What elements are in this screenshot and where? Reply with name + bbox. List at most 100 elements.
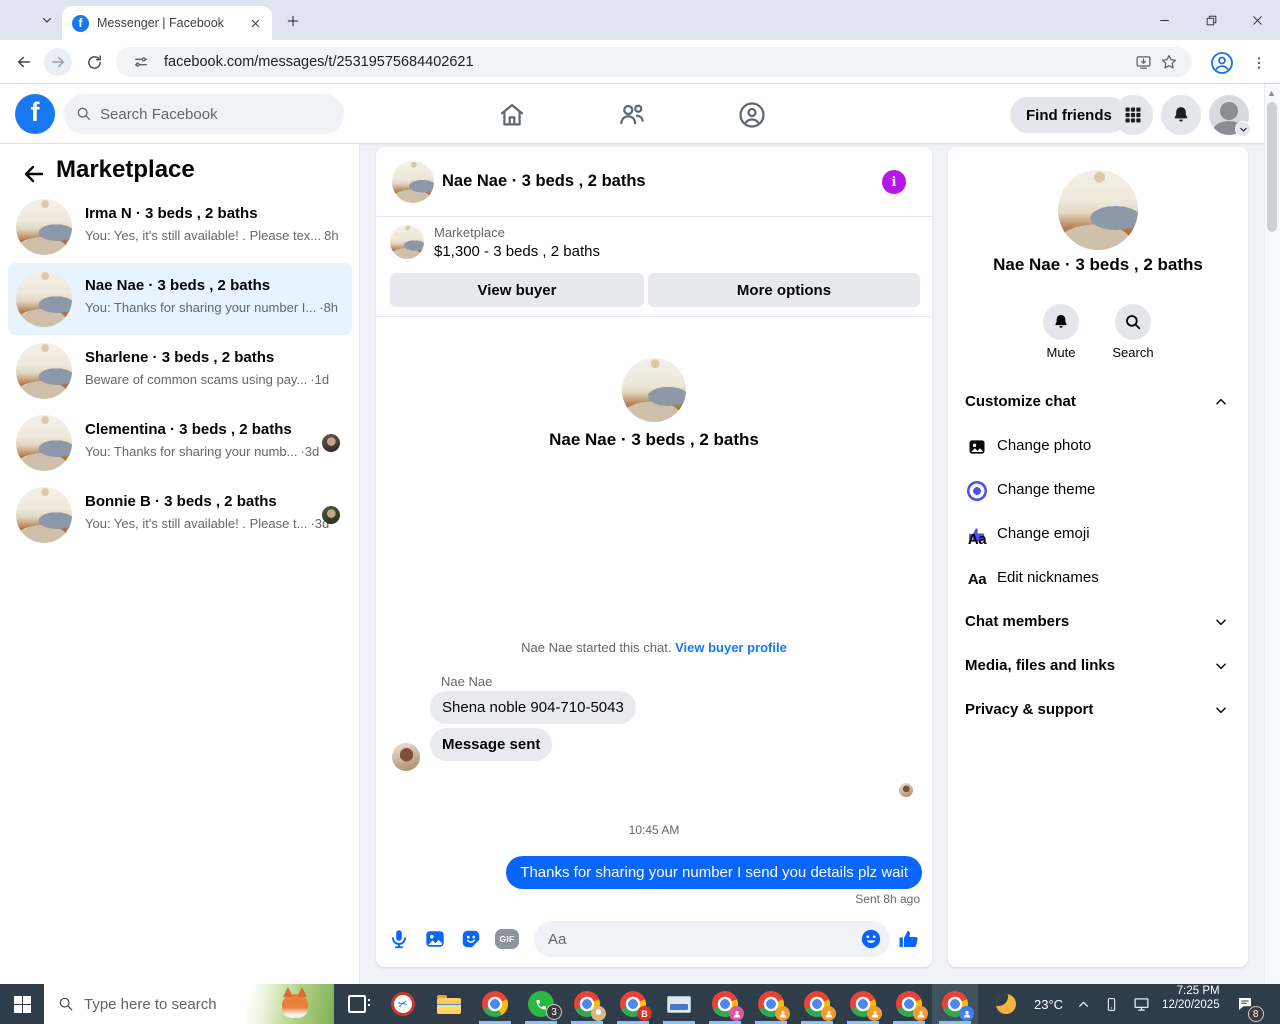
message-input-pill[interactable] xyxy=(534,921,890,957)
chrome-profile-button[interactable] xyxy=(840,984,886,1024)
outgoing-message[interactable]: Thanks for sharing your number I send yo… xyxy=(506,856,922,889)
window-close-button[interactable] xyxy=(1242,8,1272,32)
conversation-bonnie[interactable]: Bonnie B · 3 beds , 2 baths You: Yes, it… xyxy=(8,479,352,551)
chrome-profile-button[interactable]: B xyxy=(610,984,656,1024)
incoming-message[interactable]: Message sent xyxy=(430,728,553,761)
read-receipt-avatar xyxy=(322,434,340,452)
address-bar[interactable]: facebook.com/messages/t/2531957568440262… xyxy=(116,47,1192,77)
facebook-search-input[interactable] xyxy=(100,105,320,123)
apps-menu-button[interactable] xyxy=(1113,95,1153,135)
url-text[interactable]: facebook.com/messages/t/2531957568440262… xyxy=(164,54,1130,70)
like-icon[interactable] xyxy=(896,926,922,952)
start-button[interactable] xyxy=(0,984,44,1024)
media-files-links-section[interactable]: Media, files and links xyxy=(965,657,1115,674)
chrome-profile-button[interactable] xyxy=(886,984,932,1024)
on-screen-keyboard-button[interactable] xyxy=(656,984,702,1024)
listing-avatar xyxy=(16,415,72,471)
tray-expand-icon[interactable] xyxy=(1077,998,1090,1011)
friends-icon[interactable] xyxy=(616,99,648,131)
forward-button[interactable] xyxy=(44,48,72,76)
conversation-sharlene[interactable]: Sharlene · 3 beds , 2 baths Beware of co… xyxy=(8,335,352,407)
privacy-support-section[interactable]: Privacy & support xyxy=(965,701,1093,718)
mute-button[interactable] xyxy=(1043,304,1079,340)
customize-chat-section[interactable]: Customize chat xyxy=(965,393,1076,410)
change-emoji-option[interactable]: Change emoji xyxy=(997,525,1090,542)
tab-search-chevron-icon[interactable] xyxy=(36,10,58,30)
task-view-button[interactable] xyxy=(334,984,380,1024)
change-photo-option[interactable]: Change photo xyxy=(997,437,1091,454)
facebook-logo[interactable]: f xyxy=(15,94,55,134)
chrome-profile-button[interactable] xyxy=(748,984,794,1024)
scrollbar-thumb[interactable] xyxy=(1267,102,1277,232)
tab-close-icon[interactable] xyxy=(246,14,264,32)
voice-clip-icon[interactable] xyxy=(386,926,412,952)
chrome-profile-button-active[interactable] xyxy=(932,984,978,1024)
emoji-icon[interactable] xyxy=(860,928,882,950)
chevron-down-icon[interactable] xyxy=(1211,612,1231,632)
sender-avatar xyxy=(392,743,420,771)
chevron-up-icon[interactable] xyxy=(1211,392,1231,412)
conversation-info-icon[interactable]: i xyxy=(882,170,906,194)
account-menu-button[interactable] xyxy=(1209,95,1251,137)
window-minimize-button[interactable] xyxy=(1149,8,1179,32)
conversation-clementina[interactable]: Clementina · 3 beds , 2 baths You: Thank… xyxy=(8,407,352,479)
temperature-label[interactable]: 23°C xyxy=(1034,997,1063,1012)
facebook-search[interactable] xyxy=(64,94,344,134)
snipping-tool-button[interactable]: ✂ xyxy=(380,984,426,1024)
communities-icon[interactable] xyxy=(736,99,768,131)
change-theme-option[interactable]: Change theme xyxy=(997,481,1095,498)
new-tab-button[interactable] xyxy=(282,10,304,32)
browser-menu-icon[interactable] xyxy=(1245,49,1273,77)
reload-button[interactable] xyxy=(80,48,108,76)
file-explorer-button[interactable] xyxy=(426,984,472,1024)
chat-started-note: Nae Nae started this chat. View buyer pr… xyxy=(521,640,787,655)
gif-icon[interactable]: GIF xyxy=(494,926,520,952)
chevron-down-icon[interactable] xyxy=(1211,700,1231,720)
attach-photo-icon[interactable] xyxy=(422,926,448,952)
site-settings-icon[interactable] xyxy=(128,49,154,75)
browser-profile-icon[interactable] xyxy=(1208,49,1236,77)
chat-members-section[interactable]: Chat members xyxy=(965,613,1069,630)
chrome-button[interactable] xyxy=(472,984,518,1024)
bookmark-star-icon[interactable] xyxy=(1156,49,1182,75)
view-buyer-profile-link[interactable]: View buyer profile xyxy=(675,640,787,655)
taskbar-search-input[interactable] xyxy=(84,995,244,1013)
your-phone-icon[interactable] xyxy=(1104,997,1119,1012)
sticker-icon[interactable] xyxy=(458,926,484,952)
conversation-nae-nae[interactable]: Nae Nae · 3 beds , 2 baths You: Thanks f… xyxy=(8,263,352,335)
network-icon[interactable] xyxy=(1133,996,1150,1013)
scrollbar-up-arrow-icon[interactable]: ▲ xyxy=(1267,88,1276,98)
browser-tab[interactable]: f Messenger | Facebook xyxy=(62,6,272,40)
more-options-button[interactable]: More options xyxy=(648,273,920,307)
conversation-preview: You: Yes, it's still available! . Please… xyxy=(85,516,330,531)
notifications-button[interactable] xyxy=(1161,95,1201,135)
snipping-tool-icon: ✂ xyxy=(388,989,418,1019)
incoming-message[interactable]: Shena noble 904-710-5043 xyxy=(430,691,636,724)
chrome-profile-button[interactable] xyxy=(794,984,840,1024)
back-button[interactable] xyxy=(10,48,38,76)
facebook-favicon-icon: f xyxy=(72,14,89,32)
taskbar-clock[interactable]: 7:25 PM 12/20/2025 xyxy=(1162,984,1220,1024)
view-buyer-button[interactable]: View buyer xyxy=(390,273,644,307)
conversation-name: Sharlene · 3 beds , 2 baths xyxy=(85,349,275,366)
weather-button[interactable] xyxy=(986,984,1026,1024)
chrome-profile-button[interactable] xyxy=(564,984,610,1024)
whatsapp-button[interactable]: 3 xyxy=(518,984,564,1024)
search-in-chat-button[interactable] xyxy=(1115,304,1151,340)
edit-nicknames-option[interactable]: Edit nicknames xyxy=(997,569,1099,586)
find-friends-button[interactable]: Find friends xyxy=(1010,97,1128,133)
install-app-icon[interactable] xyxy=(1130,49,1156,75)
window-restore-button[interactable] xyxy=(1196,8,1226,32)
gif-label: GIF xyxy=(495,929,519,949)
chevron-down-icon[interactable] xyxy=(1211,656,1231,676)
back-arrow-icon[interactable] xyxy=(22,162,46,186)
chrome-profile-button[interactable] xyxy=(702,984,748,1024)
chat-header[interactable]: Nae Nae · 3 beds , 2 baths i xyxy=(376,147,932,217)
taskbar-search[interactable] xyxy=(44,984,334,1024)
listing-avatar xyxy=(16,487,72,543)
chat-avatar xyxy=(392,161,434,203)
conversation-irma[interactable]: Irma N · 3 beds , 2 baths You: Yes, it's… xyxy=(8,191,352,263)
message-input[interactable] xyxy=(548,930,860,948)
home-icon[interactable] xyxy=(496,99,528,131)
action-center-button[interactable]: 8 xyxy=(1228,984,1264,1024)
